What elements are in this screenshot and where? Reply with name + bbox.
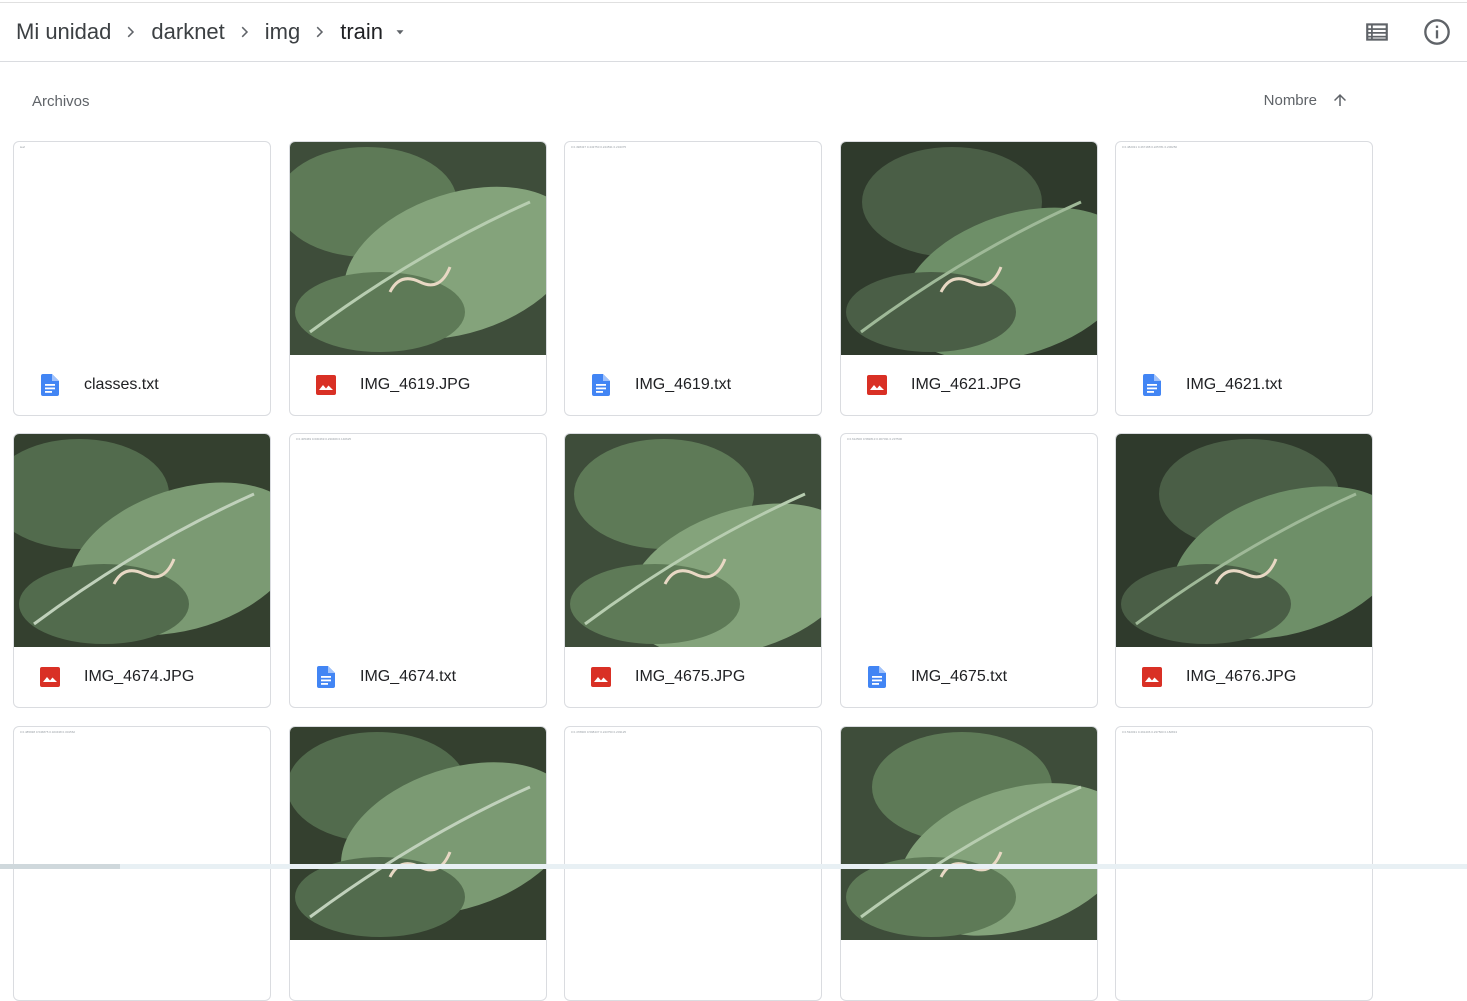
image-thumbnail: [290, 142, 546, 355]
file-card[interactable]: IMG_4621.JPG: [840, 141, 1098, 416]
file-name: IMG_4675.txt: [911, 668, 1008, 685]
scrollbar-thumb[interactable]: [0, 864, 120, 869]
file-card[interactable]: leaf classes.txt: [13, 141, 271, 416]
file-name: IMG_4676.JPG: [1186, 668, 1297, 685]
document-preview-text: 0 0.482031 0.467188 0.225781 0.206250: [1122, 145, 1178, 149]
document-preview-text: 0 0.532031 0.491406 0.237500 0.182813: [1122, 730, 1178, 734]
file-card[interactable]: 0 0.612500 0.582813 0.307031 0.237500 IMG…: [840, 433, 1098, 708]
file-caption: IMG_4621.txt: [1116, 355, 1372, 415]
image-file-icon: [1142, 667, 1162, 687]
image-file-icon: [40, 667, 60, 687]
chevron-right-icon: [225, 3, 265, 61]
document-preview: 0 0.485938 0.546875 0.323438 0.301562: [14, 727, 270, 940]
document-preview: 0 0.532031 0.491406 0.237500 0.182813: [1116, 727, 1372, 940]
file-caption: IMG_4674.JPG: [14, 647, 270, 707]
file-name: IMG_4674.JPG: [84, 668, 195, 685]
sort-label[interactable]: Nombre: [1264, 92, 1317, 109]
document-preview: leaf: [14, 142, 270, 355]
file-card[interactable]: IMG_4676.JPG: [1115, 433, 1373, 708]
chevron-right-icon: [300, 3, 340, 61]
list-view-icon[interactable]: [1362, 17, 1392, 47]
file-name: IMG_4619.txt: [635, 376, 732, 393]
file-caption: IMG_4675.JPG: [565, 647, 821, 707]
image-thumbnail: [290, 727, 546, 940]
file-name: classes.txt: [84, 376, 159, 393]
document-preview: 0 0.482031 0.467188 0.225781 0.206250: [1116, 142, 1372, 355]
file-caption: classes.txt: [14, 355, 270, 415]
file-name: IMG_4619.JPG: [360, 376, 471, 393]
document-preview-text: 0 0.485938 0.546875 0.323438 0.301562: [20, 730, 76, 734]
image-file-icon: [316, 375, 336, 395]
file-name: IMG_4675.JPG: [635, 668, 746, 685]
document-file-icon: [867, 666, 887, 688]
file-caption: IMG_4676.JPG: [1116, 647, 1372, 707]
image-thumbnail: [841, 727, 1097, 940]
file-card[interactable]: 0 0.405469 0.630469 0.230469 0.140625 IMG…: [289, 433, 547, 708]
document-preview: 0 0.612500 0.582813 0.307031 0.237500: [841, 434, 1097, 647]
document-file-icon: [1142, 374, 1162, 396]
file-caption: IMG_4675.txt: [841, 647, 1097, 707]
file-card[interactable]: IMG_4674.JPG: [13, 433, 271, 708]
breadcrumb: Mi unidad darknet img train: [16, 3, 415, 61]
breadcrumb-item-img[interactable]: img: [265, 19, 300, 45]
image-thumbnail: [565, 434, 821, 647]
horizontal-scrollbar[interactable]: [0, 864, 1467, 869]
document-preview-text: 0 0.612500 0.582813 0.307031 0.237500: [847, 437, 903, 441]
file-card[interactable]: 0 0.482031 0.467188 0.225781 0.206250 IMG…: [1115, 141, 1373, 416]
document-preview: 0 0.405469 0.630469 0.230469 0.140625: [290, 434, 546, 647]
file-name: IMG_4621.txt: [1186, 376, 1283, 393]
image-thumbnail: [14, 434, 270, 647]
document-preview-text: leaf: [20, 145, 25, 149]
file-caption: IMG_4621.JPG: [841, 355, 1097, 415]
file-name: IMG_4674.txt: [360, 668, 457, 685]
document-preview: 0 0.478906 0.598437 0.243750 0.203125: [565, 727, 821, 940]
document-preview-text: 0 0.478906 0.598437 0.243750 0.203125: [571, 730, 627, 734]
arrow-up-icon[interactable]: [1331, 91, 1349, 109]
sort-control[interactable]: Nombre: [1264, 91, 1349, 109]
file-caption: IMG_4674.txt: [290, 647, 546, 707]
breadcrumb-item-darknet[interactable]: darknet: [151, 19, 224, 45]
file-caption: IMG_4619.txt: [565, 355, 821, 415]
document-file-icon: [316, 666, 336, 688]
document-preview: 0 0.498437 0.443750 0.244531 0.234375: [565, 142, 821, 355]
file-card[interactable]: IMG_4619.JPG: [289, 141, 547, 416]
document-file-icon: [591, 374, 611, 396]
document-file-icon: [40, 374, 60, 396]
file-caption: IMG_4619.JPG: [290, 355, 546, 415]
file-card[interactable]: 0 0.498437 0.443750 0.244531 0.234375 IMG…: [564, 141, 822, 416]
toolbar: Mi unidad darknet img train: [0, 3, 1467, 62]
breadcrumb-item-train[interactable]: train: [340, 19, 383, 45]
info-icon[interactable]: [1422, 17, 1452, 47]
image-thumbnail: [841, 142, 1097, 355]
section-heading-files: Archivos: [32, 93, 90, 110]
document-preview-text: 0 0.498437 0.443750 0.244531 0.234375: [571, 145, 627, 149]
breadcrumb-item-mi-unidad[interactable]: Mi unidad: [16, 19, 111, 45]
file-name: IMG_4621.JPG: [911, 376, 1022, 393]
image-file-icon: [867, 375, 887, 395]
file-card[interactable]: IMG_4675.JPG: [564, 433, 822, 708]
chevron-right-icon: [111, 3, 151, 61]
file-grid: leaf classes.txt IMG_4619.JPG 0 0.498437 0.…: [13, 141, 1383, 1001]
image-file-icon: [591, 667, 611, 687]
caret-down-icon[interactable]: [385, 3, 415, 61]
image-thumbnail: [1116, 434, 1372, 647]
document-preview-text: 0 0.405469 0.630469 0.230469 0.140625: [296, 437, 352, 441]
